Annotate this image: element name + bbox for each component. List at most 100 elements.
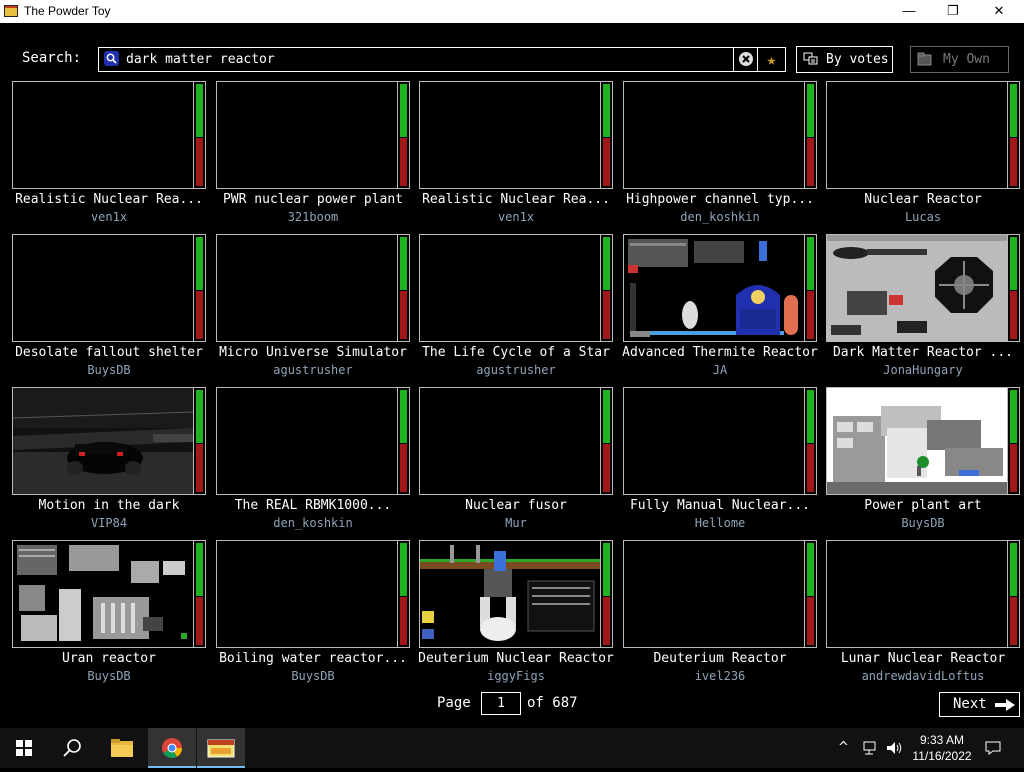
save-card[interactable]: Deuterium Reactor ivel236: [623, 540, 817, 690]
save-author[interactable]: BuysDB: [6, 363, 212, 377]
save-author[interactable]: JonaHungary: [820, 363, 1024, 377]
save-card[interactable]: Advanced Thermite Reactor JA: [622, 234, 818, 384]
downvote-bar: [400, 138, 407, 186]
taskbar: ^: [0, 728, 1024, 768]
save-grid: Realistic Nuclear Rea... ven1x PWR nuclear…: [0, 0, 1024, 700]
save-thumbnail[interactable]: [826, 387, 1008, 495]
save-card[interactable]: Motion in the dark VIP84: [12, 387, 206, 537]
taskbar-file-explorer[interactable]: [98, 728, 146, 768]
save-card[interactable]: Desolate fallout shelter BuysDB: [12, 234, 206, 384]
taskbar-powder-toy[interactable]: [197, 728, 245, 768]
save-card[interactable]: Dark Matter Reactor ... JonaHungary: [826, 234, 1020, 384]
save-author[interactable]: 321boom: [210, 210, 416, 224]
save-author[interactable]: ven1x: [413, 210, 619, 224]
upvote-bar: [807, 84, 814, 137]
taskbar-clock[interactable]: 9:33 AM 11/16/2022: [912, 732, 972, 764]
upvote-bar: [807, 237, 814, 290]
save-author[interactable]: Mur: [413, 516, 619, 530]
save-thumbnail[interactable]: [419, 387, 601, 495]
save-author[interactable]: Lucas: [820, 210, 1024, 224]
downvote-bar: [807, 444, 814, 492]
taskbar-chrome[interactable]: [148, 728, 196, 768]
upvote-bar: [603, 237, 610, 290]
save-author[interactable]: ivel236: [617, 669, 823, 683]
save-title: The REAL RBMK1000...: [234, 498, 392, 513]
save-author[interactable]: andrewdavidLoftus: [820, 669, 1024, 683]
volume-icon[interactable]: [886, 740, 904, 756]
save-card[interactable]: Realistic Nuclear Rea... ven1x: [12, 81, 206, 231]
save-thumbnail[interactable]: [216, 387, 398, 495]
save-title: Lunar Nuclear Reactor: [840, 651, 1006, 666]
start-button[interactable]: [0, 728, 48, 768]
save-author[interactable]: BuysDB: [210, 669, 416, 683]
upvote-bar: [196, 390, 203, 443]
save-author[interactable]: den_koshkin: [210, 516, 416, 530]
save-thumbnail[interactable]: [419, 234, 601, 342]
save-card[interactable]: Nuclear Reactor Lucas: [826, 81, 1020, 231]
downvote-bar: [196, 597, 203, 645]
save-card[interactable]: Boiling water reactor... BuysDB: [216, 540, 410, 690]
save-author[interactable]: VIP84: [6, 516, 212, 530]
save-thumbnail[interactable]: [623, 234, 805, 342]
save-card[interactable]: Lunar Nuclear Reactor andrewdavidLoftus: [826, 540, 1020, 690]
vote-bar: [601, 81, 613, 189]
save-author[interactable]: BuysDB: [6, 669, 212, 683]
next-page-button[interactable]: Next: [939, 692, 1020, 717]
upvote-bar: [196, 237, 203, 290]
save-author[interactable]: agustrusher: [210, 363, 416, 377]
save-author[interactable]: iggyFigs: [413, 669, 619, 683]
save-thumbnail[interactable]: [216, 81, 398, 189]
save-thumbnail[interactable]: [623, 81, 805, 189]
folder-icon: [111, 739, 133, 757]
vote-bar: [194, 81, 206, 189]
taskbar-search-button[interactable]: [48, 728, 96, 768]
save-card[interactable]: The Life Cycle of a Star agustrusher: [419, 234, 613, 384]
save-thumbnail[interactable]: [12, 387, 194, 495]
network-icon[interactable]: [862, 740, 880, 756]
save-thumbnail[interactable]: [216, 540, 398, 648]
save-author[interactable]: agustrusher: [413, 363, 619, 377]
save-author[interactable]: JA: [617, 363, 823, 377]
save-card[interactable]: Nuclear fusor Mur: [419, 387, 613, 537]
save-thumbnail[interactable]: [419, 81, 601, 189]
windows-icon: [16, 740, 32, 756]
save-card[interactable]: The REAL RBMK1000... den_koshkin: [216, 387, 410, 537]
clock-time: 9:33 AM: [919, 733, 965, 747]
downvote-bar: [1010, 138, 1017, 186]
page-number-input[interactable]: [481, 692, 521, 715]
save-thumbnail[interactable]: [826, 540, 1008, 648]
save-card[interactable]: Realistic Nuclear Rea... ven1x: [419, 81, 613, 231]
save-title: The Life Cycle of a Star: [422, 345, 610, 360]
save-title: Boiling water reactor...: [219, 651, 407, 666]
vote-bar: [1008, 387, 1020, 495]
save-thumbnail[interactable]: [623, 540, 805, 648]
vote-bar: [194, 540, 206, 648]
downvote-bar: [196, 138, 203, 186]
upvote-bar: [1010, 237, 1017, 290]
upvote-bar: [196, 543, 203, 596]
save-thumbnail[interactable]: [826, 81, 1008, 189]
save-card[interactable]: PWR nuclear power plant 321boom: [216, 81, 410, 231]
save-author[interactable]: ven1x: [6, 210, 212, 224]
save-thumbnail[interactable]: [12, 234, 194, 342]
downvote-bar: [1010, 291, 1017, 339]
upvote-bar: [400, 84, 407, 137]
save-author[interactable]: BuysDB: [820, 516, 1024, 530]
save-card[interactable]: Micro Universe Simulator agustrusher: [216, 234, 410, 384]
save-thumbnail[interactable]: [623, 387, 805, 495]
save-title: Realistic Nuclear Rea...: [15, 192, 203, 207]
save-thumbnail[interactable]: [826, 234, 1008, 342]
save-author[interactable]: den_koshkin: [617, 210, 823, 224]
save-card[interactable]: Uran reactor BuysDB: [12, 540, 206, 690]
save-thumbnail[interactable]: [419, 540, 601, 648]
save-thumbnail[interactable]: [216, 234, 398, 342]
save-card[interactable]: Fully Manual Nuclear... Hellome: [623, 387, 817, 537]
save-card[interactable]: Highpower channel typ... den_koshkin: [623, 81, 817, 231]
save-author[interactable]: Hellome: [617, 516, 823, 530]
save-thumbnail[interactable]: [12, 81, 194, 189]
save-thumbnail[interactable]: [12, 540, 194, 648]
notifications-icon[interactable]: [984, 740, 1002, 756]
save-card[interactable]: Power plant art BuysDB: [826, 387, 1020, 537]
save-card[interactable]: Deuterium Nuclear Reactor iggyFigs: [418, 540, 614, 690]
show-hidden-icons[interactable]: ^: [838, 740, 849, 755]
